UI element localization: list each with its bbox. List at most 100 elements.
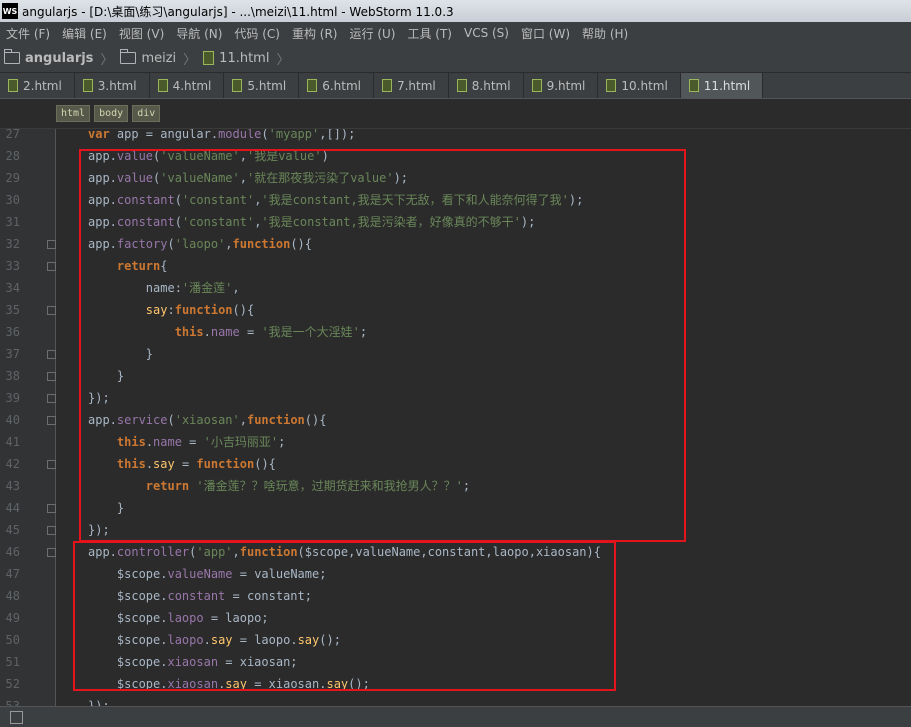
breadcrumb-separator: 〉 <box>276 52 290 68</box>
status-bar <box>0 706 911 727</box>
line-number: 39 <box>5 391 20 405</box>
fold-marker-icon[interactable] <box>47 372 56 381</box>
menu-help[interactable]: 帮助 (H) <box>576 25 634 42</box>
line-number: 43 <box>5 479 20 493</box>
html-file-icon <box>381 79 392 92</box>
folder-icon <box>120 49 137 64</box>
html-file-icon <box>232 79 243 92</box>
line-number: 42 <box>5 457 20 471</box>
window-title: angularjs - [D:\桌面\练习\angularjs] - ...\m… <box>22 4 454 19</box>
panel-toggle-icon[interactable] <box>10 711 23 724</box>
code-editor[interactable]: 27 var app = angular.module('myapp',[]); 2… <box>0 129 911 706</box>
html-file-icon <box>157 79 168 92</box>
menu-refactor[interactable]: 重构 (R) <box>286 25 344 42</box>
tab-label: 6.html <box>322 78 361 93</box>
line-number: 47 <box>5 567 20 581</box>
folder-icon <box>4 49 20 64</box>
tab-label: 7.html <box>396 78 436 93</box>
line-number: 33 <box>5 259 20 273</box>
menu-vcs[interactable]: VCS (S) <box>458 26 515 40</box>
tag-crumb-div[interactable]: div <box>132 105 161 122</box>
menu-edit[interactable]: 编辑 (E) <box>56 25 113 42</box>
tag-crumb-body[interactable]: body <box>94 105 129 122</box>
tab-2-html[interactable]: 2.html <box>0 73 75 98</box>
menu-tools[interactable]: 工具 (T) <box>401 25 458 42</box>
highlight-box-controller <box>73 541 616 691</box>
fold-marker-icon[interactable] <box>47 504 56 513</box>
tag-path-bar: html body div <box>0 99 911 129</box>
breadcrumb-project[interactable]: angularjs <box>0 49 97 66</box>
line-number: 29 <box>5 171 20 185</box>
menu-bar: 文件 (F) 编辑 (E) 视图 (V) 导航 (N) 代码 (C) 重构 (R… <box>0 22 911 44</box>
fold-marker-icon[interactable] <box>47 262 56 271</box>
tab-8-html[interactable]: 8.html <box>449 73 524 98</box>
line-number: 45 <box>5 523 20 537</box>
breadcrumb-folder[interactable]: meizi <box>116 49 180 66</box>
line-number: 30 <box>5 193 20 207</box>
fold-marker-icon[interactable] <box>47 526 56 535</box>
line-number: 44 <box>5 501 20 515</box>
menu-navigate[interactable]: 导航 (N) <box>170 25 228 42</box>
line-number: 41 <box>5 435 20 449</box>
tab-label: 8.html <box>471 78 511 93</box>
tab-label: 5.html <box>247 78 287 93</box>
line-number: 34 <box>5 281 20 295</box>
editor-tabs: 2.html 3.html 4.html 5.html 6.html 7.htm… <box>0 73 911 99</box>
html-file-icon <box>606 79 617 92</box>
code-text: }); <box>88 699 110 706</box>
line-number: 49 <box>5 611 20 625</box>
fold-marker-icon[interactable] <box>47 416 56 425</box>
line-number: 37 <box>5 347 20 361</box>
fold-marker-icon[interactable] <box>47 240 56 249</box>
line-number: 31 <box>5 215 20 229</box>
menu-window[interactable]: 窗口 (W) <box>515 25 576 42</box>
fold-marker-icon[interactable] <box>47 394 56 403</box>
line-number: 27 <box>5 129 20 141</box>
line-number: 28 <box>5 149 20 163</box>
breadcrumb-separator: 〉 <box>100 52 114 68</box>
tab-label: 11.html <box>703 78 751 93</box>
tab-7-html[interactable]: 7.html <box>374 73 449 98</box>
breadcrumb-project-label: angularjs <box>25 50 94 66</box>
code-line: 27 var app = angular.module('myapp',[]); <box>0 129 911 145</box>
tab-4-html[interactable]: 4.html <box>150 73 225 98</box>
tab-9-html[interactable]: 9.html <box>524 73 599 98</box>
tab-label: 2.html <box>23 78 62 93</box>
line-number: 38 <box>5 369 20 383</box>
title-bar: WS angularjs - [D:\桌面\练习\angularjs] - ..… <box>0 0 911 22</box>
html-file-icon <box>8 79 18 92</box>
tab-6-html[interactable]: 6.html <box>299 73 374 98</box>
line-number: 40 <box>5 413 20 427</box>
tab-3-html[interactable]: 3.html <box>75 73 150 98</box>
fold-marker-icon[interactable] <box>47 306 56 315</box>
tag-crumb-html[interactable]: html <box>56 105 91 122</box>
breadcrumb-separator: 〉 <box>183 52 197 68</box>
tab-10-html[interactable]: 10.html <box>598 73 681 98</box>
breadcrumb-file-label: 11.html <box>219 50 270 66</box>
line-number: 36 <box>5 325 20 339</box>
fold-marker-icon[interactable] <box>47 460 56 469</box>
menu-view[interactable]: 视图 (V) <box>113 25 170 42</box>
highlight-box-definitions <box>79 149 686 542</box>
html-file-icon <box>203 51 215 65</box>
html-file-icon <box>456 79 467 92</box>
fold-marker-icon[interactable] <box>47 548 56 557</box>
webstorm-logo-icon: WS <box>2 3 18 19</box>
line-number: 35 <box>5 303 20 317</box>
tab-label: 10.html <box>621 78 668 93</box>
menu-file[interactable]: 文件 (F) <box>0 25 56 42</box>
navigation-bar: angularjs 〉 meizi 〉 11.html 〉 <box>0 44 911 73</box>
html-file-icon <box>307 79 318 92</box>
tab-11-html-active[interactable]: 11.html <box>680 73 764 98</box>
line-number: 32 <box>5 237 20 251</box>
html-file-icon <box>82 79 93 92</box>
breadcrumb-file[interactable]: 11.html <box>199 51 273 66</box>
fold-marker-icon[interactable] <box>47 350 56 359</box>
tab-5-html[interactable]: 5.html <box>224 73 300 98</box>
tab-label: 3.html <box>97 78 137 93</box>
line-number: 51 <box>5 655 20 669</box>
menu-run[interactable]: 运行 (U) <box>344 25 402 42</box>
tab-label: 9.html <box>546 78 586 93</box>
code-line: 53}); <box>0 695 911 706</box>
menu-code[interactable]: 代码 (C) <box>228 25 286 42</box>
